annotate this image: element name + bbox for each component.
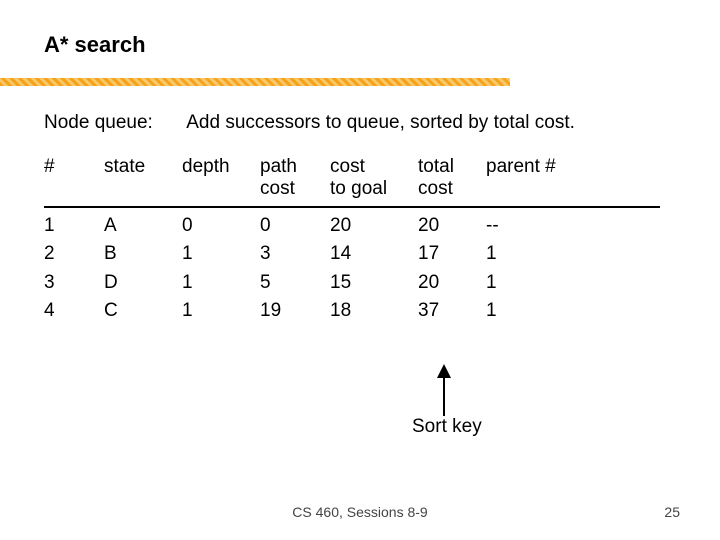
cell-cost-to-goal: 15 — [330, 269, 418, 298]
col-path-cost: path cost — [260, 156, 330, 200]
cell-path-cost: 19 — [260, 297, 330, 326]
cell-num: 3 — [44, 269, 104, 298]
cell-depth: 1 — [182, 297, 260, 326]
cell-parent: 1 — [486, 297, 606, 326]
arrow-up-icon — [432, 364, 456, 420]
cell-state: B — [104, 240, 182, 269]
queue-label: Node queue: — [44, 112, 182, 134]
table-header: # state depth path cost cost to goal tot… — [44, 156, 676, 204]
cell-depth: 0 — [182, 212, 260, 241]
cell-cost-to-goal: 14 — [330, 240, 418, 269]
page-title: A* search — [44, 32, 680, 58]
cell-parent: -- — [486, 212, 606, 241]
title-underline — [0, 78, 510, 86]
cell-path-cost: 0 — [260, 212, 330, 241]
cell-state: A — [104, 212, 182, 241]
col-state: state — [104, 156, 182, 200]
cell-path-cost: 3 — [260, 240, 330, 269]
subhead: Node queue: Add successors to queue, sor… — [44, 112, 680, 134]
cell-cost-to-goal: 18 — [330, 297, 418, 326]
col-depth: depth — [182, 156, 260, 200]
cell-depth: 1 — [182, 269, 260, 298]
cell-num: 2 — [44, 240, 104, 269]
slide: A* search Node queue: Add successors to … — [0, 0, 720, 540]
cell-num: 4 — [44, 297, 104, 326]
cell-total-cost: 20 — [418, 212, 486, 241]
cell-parent: 1 — [486, 240, 606, 269]
cell-num: 1 — [44, 212, 104, 241]
cell-total-cost: 17 — [418, 240, 486, 269]
cell-total-cost: 37 — [418, 297, 486, 326]
page-number: 25 — [664, 504, 680, 520]
table-row: 2 B 1 3 14 17 1 — [44, 240, 676, 269]
cell-path-cost: 5 — [260, 269, 330, 298]
table-row: 4 C 1 19 18 37 1 — [44, 297, 676, 326]
table-row: 1 A 0 0 20 20 -- — [44, 212, 676, 241]
sort-key-label: Sort key — [412, 416, 482, 438]
col-total-cost: total cost — [418, 156, 486, 200]
cell-parent: 1 — [486, 269, 606, 298]
col-num: # — [44, 156, 104, 200]
node-queue-table: # state depth path cost cost to goal tot… — [44, 156, 676, 326]
cell-cost-to-goal: 20 — [330, 212, 418, 241]
footer-text: CS 460, Sessions 8-9 — [0, 504, 720, 520]
queue-action: Add successors to queue, sorted by total… — [186, 112, 575, 133]
cell-state: D — [104, 269, 182, 298]
cell-total-cost: 20 — [418, 269, 486, 298]
col-parent: parent # — [486, 156, 606, 200]
table-row: 3 D 1 5 15 20 1 — [44, 269, 676, 298]
col-cost-to-goal: cost to goal — [330, 156, 418, 200]
cell-depth: 1 — [182, 240, 260, 269]
cell-state: C — [104, 297, 182, 326]
header-rule — [44, 206, 660, 208]
